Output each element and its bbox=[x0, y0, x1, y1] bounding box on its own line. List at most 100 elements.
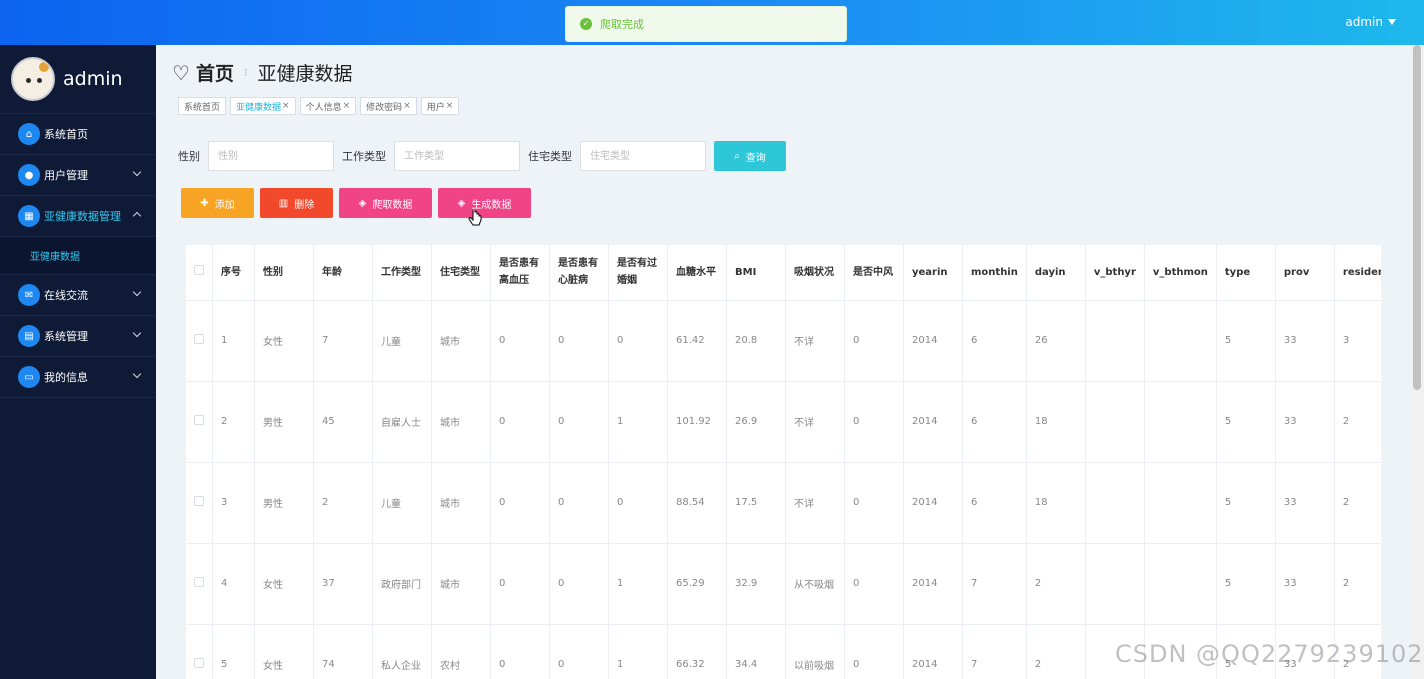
table-cell: 0 bbox=[844, 543, 904, 625]
table-cell: 0 bbox=[844, 381, 904, 463]
tag-user[interactable]: 用户 × bbox=[420, 97, 460, 115]
table-row[interactable]: 2 男性 45 自雇人士 城市 0 0 1 101.92 26.9 不详 0 2014 6 18 5 33 2 bbox=[186, 381, 1381, 463]
row-checkbox[interactable] bbox=[194, 658, 204, 668]
close-icon[interactable]: × bbox=[282, 101, 290, 111]
work-type-input[interactable] bbox=[394, 141, 520, 171]
table-cell: 0 bbox=[844, 624, 904, 679]
sidebar: admin ⌂ 系统首页 ● 用户管理 ▦ 亚健康数据管理 亚健康数据 ✉ 在线… bbox=[0, 45, 156, 679]
caret-down-icon bbox=[1388, 19, 1396, 25]
table-cell: 城市 bbox=[431, 381, 491, 463]
tag-health-data[interactable]: 亚健康数据 × bbox=[230, 97, 296, 115]
table-cell bbox=[1085, 381, 1145, 463]
table-cell: 2014 bbox=[903, 543, 963, 625]
column-header: 吸烟状况 bbox=[785, 245, 845, 301]
table-cell: 农村 bbox=[431, 624, 491, 679]
table-cell: 5 bbox=[1216, 462, 1276, 544]
sidebar-subitem-health-data[interactable]: 亚健康数据 bbox=[0, 237, 156, 275]
tag-password[interactable]: 修改密码 × bbox=[360, 97, 417, 115]
residence-type-label: 住宅类型 bbox=[528, 150, 572, 163]
layers-icon: ◈ bbox=[358, 197, 367, 209]
scrollbar-thumb[interactable] bbox=[1413, 45, 1421, 390]
table-row[interactable]: 4 女性 37 政府部门 城市 0 0 1 65.29 32.9 从不吸烟 0 2014 7 2 5 33 2 bbox=[186, 543, 1381, 625]
user-name: admin bbox=[1345, 15, 1383, 29]
tag-label: 亚健康数据 bbox=[236, 102, 282, 113]
query-button[interactable]: ⌕ 查询 bbox=[714, 141, 786, 171]
table-row[interactable]: 1 女性 7 儿童 城市 0 0 0 61.42 20.8 不详 0 2014 6 26 5 33 3 bbox=[186, 300, 1381, 382]
sidebar-item-my-info[interactable]: ▭ 我的信息 bbox=[0, 357, 156, 398]
table-cell: 0 bbox=[608, 300, 668, 382]
chevron-down-icon bbox=[132, 287, 142, 297]
table-cell: 26.9 bbox=[726, 381, 786, 463]
table-row[interactable]: 3 男性 2 儿童 城市 0 0 0 88.54 17.5 不详 0 2014 6 18 5 33 2 bbox=[186, 462, 1381, 544]
table-cell: 74 bbox=[313, 624, 373, 679]
table-cell: 儿童 bbox=[372, 462, 432, 544]
plus-icon: ✚ bbox=[200, 197, 209, 209]
row-select-cell[interactable] bbox=[186, 543, 213, 625]
table-cell: 0 bbox=[549, 624, 609, 679]
table-cell: 2014 bbox=[903, 300, 963, 382]
user-menu[interactable]: admin bbox=[1345, 15, 1396, 29]
sidebar-item-chat[interactable]: ✉ 在线交流 bbox=[0, 275, 156, 316]
table-cell: 6 bbox=[962, 462, 1027, 544]
table-cell bbox=[1144, 462, 1217, 544]
tag-home[interactable]: 系统首页 bbox=[178, 97, 227, 115]
row-checkbox[interactable] bbox=[194, 415, 204, 425]
grid-icon: ▦ bbox=[18, 205, 40, 227]
add-button[interactable]: ✚ 添加 bbox=[181, 188, 254, 218]
table-cell: 33 bbox=[1275, 462, 1335, 544]
table-cell: 1 bbox=[212, 300, 255, 382]
table-cell: 1 bbox=[608, 624, 668, 679]
table-cell: 0 bbox=[549, 543, 609, 625]
table-icon: ▤ bbox=[18, 325, 40, 347]
table-cell: 101.92 bbox=[667, 381, 727, 463]
column-header: 是否有过婚姻 bbox=[608, 245, 668, 301]
table-cell: 2014 bbox=[903, 462, 963, 544]
column-header: 序号 bbox=[212, 245, 255, 301]
generate-button[interactable]: ◈ 生成数据 bbox=[438, 188, 531, 218]
delete-button[interactable]: ▥ 删除 bbox=[260, 188, 333, 218]
close-icon[interactable]: × bbox=[403, 101, 411, 111]
table-cell: 城市 bbox=[431, 300, 491, 382]
column-header: 性别 bbox=[254, 245, 314, 301]
breadcrumb-home[interactable]: 首页 bbox=[196, 59, 234, 86]
row-select-cell[interactable] bbox=[186, 300, 213, 382]
sidebar-item-users[interactable]: ● 用户管理 bbox=[0, 155, 156, 196]
table-cell: 7 bbox=[962, 624, 1027, 679]
row-checkbox[interactable] bbox=[194, 334, 204, 344]
row-checkbox[interactable] bbox=[194, 496, 204, 506]
tag-profile[interactable]: 个人信息 × bbox=[299, 97, 357, 115]
select-all-cell[interactable] bbox=[186, 245, 213, 301]
row-select-cell[interactable] bbox=[186, 624, 213, 679]
close-icon[interactable]: × bbox=[343, 101, 351, 111]
table-cell: 7 bbox=[962, 543, 1027, 625]
hand-cursor-icon bbox=[468, 210, 482, 226]
row-select-cell[interactable] bbox=[186, 381, 213, 463]
table-cell: 0 bbox=[549, 300, 609, 382]
select-all-checkbox[interactable] bbox=[194, 264, 204, 275]
table-cell: 45 bbox=[313, 381, 373, 463]
table-cell: 私人企业 bbox=[372, 624, 432, 679]
crawl-button[interactable]: ◈ 爬取数据 bbox=[339, 188, 432, 218]
tag-label: 用户 bbox=[426, 102, 445, 113]
home-icon: ⌂ bbox=[18, 123, 40, 145]
column-header: 是否中风 bbox=[844, 245, 904, 301]
toast-text: 爬取完成 bbox=[600, 18, 644, 31]
table-cell: 2 bbox=[1334, 381, 1381, 463]
sidebar-item-home[interactable]: ⌂ 系统首页 bbox=[0, 114, 156, 155]
sidebar-item-health-data[interactable]: ▦ 亚健康数据管理 bbox=[0, 196, 156, 237]
sidebar-item-system[interactable]: ▤ 系统管理 bbox=[0, 316, 156, 357]
table-cell bbox=[1085, 462, 1145, 544]
close-icon[interactable]: × bbox=[446, 101, 454, 111]
row-checkbox[interactable] bbox=[194, 577, 204, 587]
row-select-cell[interactable] bbox=[186, 462, 213, 544]
page-scrollbar[interactable] bbox=[1410, 45, 1424, 679]
chat-icon: ✉ bbox=[18, 284, 40, 306]
trash-icon: ▥ bbox=[278, 197, 289, 209]
table-cell: 2 bbox=[313, 462, 373, 544]
table-cell: 自雇人士 bbox=[372, 381, 432, 463]
gender-input[interactable] bbox=[208, 141, 334, 171]
column-header: 住宅类型 bbox=[431, 245, 491, 301]
sidebar-subitem-label: 亚健康数据 bbox=[30, 252, 80, 263]
column-header: dayin bbox=[1026, 245, 1086, 301]
residence-type-input[interactable] bbox=[580, 141, 706, 171]
